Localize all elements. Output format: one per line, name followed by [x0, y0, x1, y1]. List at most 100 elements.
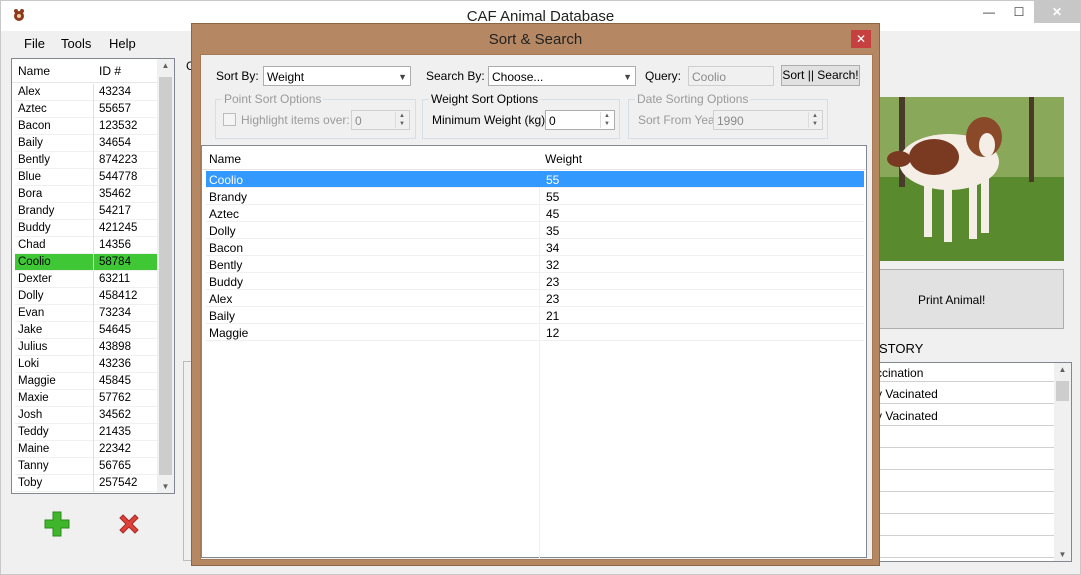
spin-down-icon[interactable]: ▼	[395, 120, 408, 128]
history-row[interactable]: y Vacinated	[873, 404, 1054, 426]
spin-down-icon[interactable]: ▼	[808, 120, 821, 128]
menu-file[interactable]: File	[24, 36, 45, 51]
list-item[interactable]: Tanny 56765	[15, 458, 157, 475]
list-item[interactable]: Chad 14356	[15, 237, 157, 254]
animal-id: 123532	[99, 120, 138, 132]
column-divider	[93, 186, 94, 203]
result-row[interactable]: Baily 21	[206, 307, 864, 324]
list-item[interactable]: Alex 43234	[15, 84, 157, 101]
history-column-header[interactable]: ccination	[876, 366, 923, 380]
list-item[interactable]: Dexter 63211	[15, 271, 157, 288]
list-scrollbar[interactable]: ▲ ▼	[157, 59, 174, 493]
result-weight: 23	[546, 275, 560, 289]
sort-by-value: Weight	[267, 70, 305, 84]
result-row[interactable]: Coolio 55	[206, 171, 864, 188]
list-item[interactable]: Toby 257542	[15, 475, 157, 492]
scroll-down-icon[interactable]: ▼	[1054, 550, 1071, 559]
animal-name: Maine	[18, 443, 50, 455]
result-row[interactable]: Dolly 35	[206, 222, 864, 239]
history-table[interactable]: ccination y Vacinated y Vacinated ▲ ▼	[872, 362, 1072, 562]
list-item[interactable]: Josh 34562	[15, 407, 157, 424]
list-item[interactable]: Maxie 57762	[15, 390, 157, 407]
list-item[interactable]: Blue 544778	[15, 169, 157, 186]
animal-id: 35462	[99, 188, 131, 200]
add-animal-button[interactable]	[44, 511, 70, 537]
dialog-body: Sort By: Weight ▼ Search By: Choose... ▼…	[200, 54, 873, 560]
scroll-down-icon[interactable]: ▼	[157, 482, 174, 491]
print-animal-button[interactable]: Print Animal!	[879, 269, 1064, 329]
spin-up-icon[interactable]: ▲	[808, 112, 821, 120]
highlight-threshold-spinner[interactable]: 0 ▲ ▼	[351, 110, 410, 130]
list-item[interactable]: Bora 35462	[15, 186, 157, 203]
history-row[interactable]	[873, 536, 1054, 558]
minimize-button[interactable]: —	[974, 1, 1004, 23]
result-row[interactable]: Buddy 23	[206, 273, 864, 290]
animal-name: Julius	[18, 341, 48, 353]
delete-animal-button[interactable]	[116, 511, 142, 537]
highlight-label: Highlight items over:	[241, 113, 350, 127]
history-row[interactable]: y Vacinated	[873, 382, 1054, 404]
result-weight: 12	[546, 326, 560, 340]
column-header-weight[interactable]: Weight	[545, 152, 582, 166]
history-row[interactable]	[873, 426, 1054, 448]
list-item[interactable]: Evan 73234	[15, 305, 157, 322]
list-item[interactable]: Baily 34654	[15, 135, 157, 152]
list-item[interactable]: Teddy 21435	[15, 424, 157, 441]
history-scrollbar[interactable]: ▲ ▼	[1054, 363, 1071, 561]
spin-up-icon[interactable]: ▲	[395, 112, 408, 120]
menu-help[interactable]: Help	[109, 36, 136, 51]
animal-id: 458412	[99, 290, 138, 302]
results-list[interactable]: Name Weight Coolio 55 Brandy 55 Aztec 45 Dolly…	[201, 145, 867, 558]
list-item[interactable]: Aztec 55657	[15, 101, 157, 118]
maximize-button[interactable]: ☐	[1004, 1, 1034, 23]
result-row[interactable]: Maggie 12	[206, 324, 864, 341]
history-row[interactable]	[873, 492, 1054, 514]
list-item[interactable]: Julius 43898	[15, 339, 157, 356]
dialog-close-button[interactable]: ✕	[851, 30, 871, 48]
search-by-select[interactable]: Choose... ▼	[488, 66, 636, 86]
column-header-name[interactable]: Name	[18, 64, 50, 78]
query-input[interactable]: Coolio	[688, 66, 774, 86]
spin-down-icon[interactable]: ▼	[600, 120, 613, 128]
column-divider	[93, 220, 94, 237]
animal-name: Bacon	[18, 120, 51, 132]
animal-list[interactable]: Name ID # Alex 43234 Aztec 55657 Bacon 123532…	[11, 58, 175, 494]
column-header-id[interactable]: ID #	[99, 64, 121, 78]
close-button[interactable]: ✕	[1034, 1, 1080, 23]
highlight-checkbox[interactable]	[223, 113, 236, 126]
result-weight: 55	[546, 190, 560, 204]
result-row[interactable]: Aztec 45	[206, 205, 864, 222]
history-row[interactable]	[873, 448, 1054, 470]
list-item[interactable]: Jake 54645	[15, 322, 157, 339]
result-row[interactable]: Bently 32	[206, 256, 864, 273]
list-item[interactable]: Maine 22342	[15, 441, 157, 458]
list-item[interactable]: Maggie 45845	[15, 373, 157, 390]
list-item[interactable]: Coolio 58784	[15, 254, 157, 271]
scroll-thumb[interactable]	[1056, 381, 1069, 401]
animal-name: Toby	[18, 477, 43, 489]
result-name: Buddy	[209, 275, 244, 289]
result-row[interactable]: Brandy 55	[206, 188, 864, 205]
scroll-thumb[interactable]	[159, 77, 172, 475]
list-item[interactable]: Loki 43236	[15, 356, 157, 373]
history-row[interactable]	[873, 470, 1054, 492]
animal-id: 34654	[99, 137, 131, 149]
minimum-weight-spinner[interactable]: 0 ▲ ▼	[545, 110, 615, 130]
result-row[interactable]: Bacon 34	[206, 239, 864, 256]
history-row[interactable]	[873, 514, 1054, 536]
list-item[interactable]: Brandy 54217	[15, 203, 157, 220]
sort-search-button[interactable]: Sort || Search!	[781, 65, 860, 86]
scroll-up-icon[interactable]: ▲	[157, 61, 174, 70]
sort-from-year-spinner[interactable]: 1990 ▲ ▼	[713, 110, 823, 130]
column-header-name[interactable]: Name	[209, 152, 241, 166]
sort-by-select[interactable]: Weight ▼	[263, 66, 411, 86]
spin-up-icon[interactable]: ▲	[600, 112, 613, 120]
result-row[interactable]: Alex 23	[206, 290, 864, 307]
list-item[interactable]: Bacon 123532	[15, 118, 157, 135]
scroll-up-icon[interactable]: ▲	[1054, 365, 1071, 374]
history-cell: y Vacinated	[876, 409, 938, 423]
menu-tools[interactable]: Tools	[61, 36, 91, 51]
list-item[interactable]: Bently 874223	[15, 152, 157, 169]
list-item[interactable]: Dolly 458412	[15, 288, 157, 305]
list-item[interactable]: Buddy 421245	[15, 220, 157, 237]
